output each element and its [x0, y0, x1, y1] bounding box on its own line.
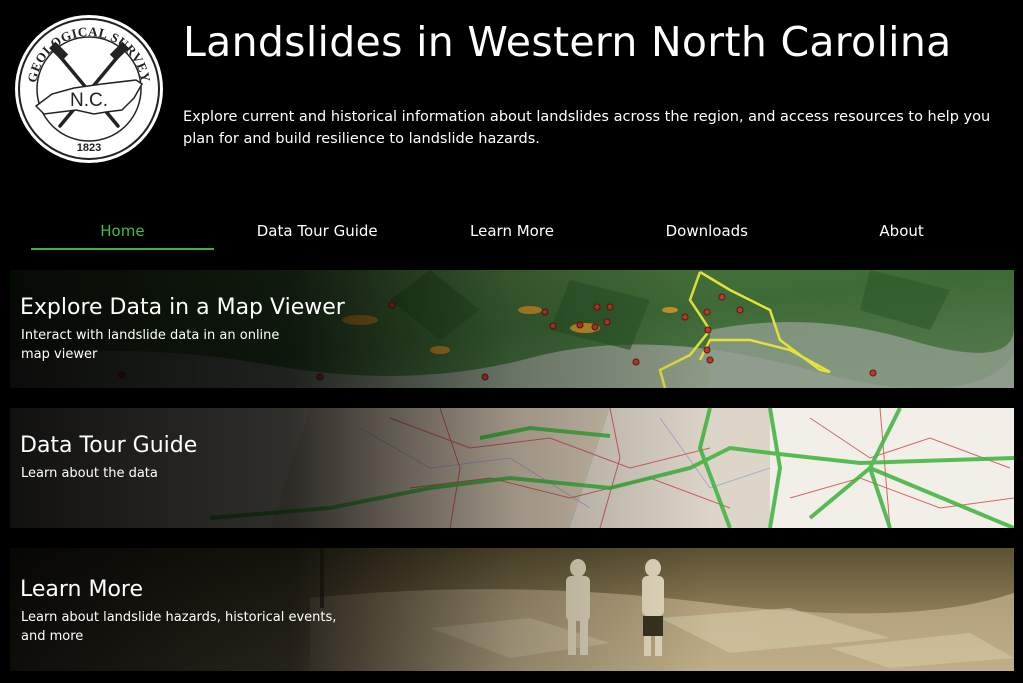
card-title: Learn More: [20, 577, 144, 602]
card-text: Explore Data in a Map Viewer Interact wi…: [20, 295, 345, 364]
card-description: Learn about landslide hazards, historica…: [21, 610, 337, 644]
card-text: Learn More Learn about landslide hazards…: [20, 577, 341, 646]
card-title: Data Tour Guide: [20, 433, 198, 458]
seal-center-text: N.C.: [70, 90, 108, 111]
tab-about[interactable]: About: [804, 218, 999, 250]
card-title: Explore Data in a Map Viewer: [20, 295, 345, 320]
card-text: Data Tour Guide Learn about the data: [20, 433, 197, 483]
main-nav: Home Data Tour Guide Learn More Download…: [25, 218, 999, 250]
ncgs-seal-logo: GEOLOGICAL SURVEY N.C. 1823: [15, 15, 163, 163]
card-description: Learn about the data: [21, 466, 158, 481]
tab-downloads[interactable]: Downloads: [609, 218, 804, 250]
tab-home[interactable]: Home: [25, 218, 220, 250]
seal-year: 1823: [77, 142, 101, 154]
card-learn-more[interactable]: Learn More Learn about landslide hazards…: [10, 548, 1014, 671]
card-data-tour-guide[interactable]: Data Tour Guide Learn about the data: [10, 408, 1014, 528]
tab-learn-more[interactable]: Learn More: [415, 218, 610, 250]
page-subtitle: Explore current and historical informati…: [183, 109, 991, 147]
tab-data-tour-guide[interactable]: Data Tour Guide: [220, 218, 415, 250]
card-description: Interact with landslide data in an onlin…: [21, 328, 280, 362]
card-explore-data[interactable]: Explore Data in a Map Viewer Interact wi…: [10, 270, 1014, 388]
page-title: Landslides in Western North Carolina: [183, 18, 952, 66]
